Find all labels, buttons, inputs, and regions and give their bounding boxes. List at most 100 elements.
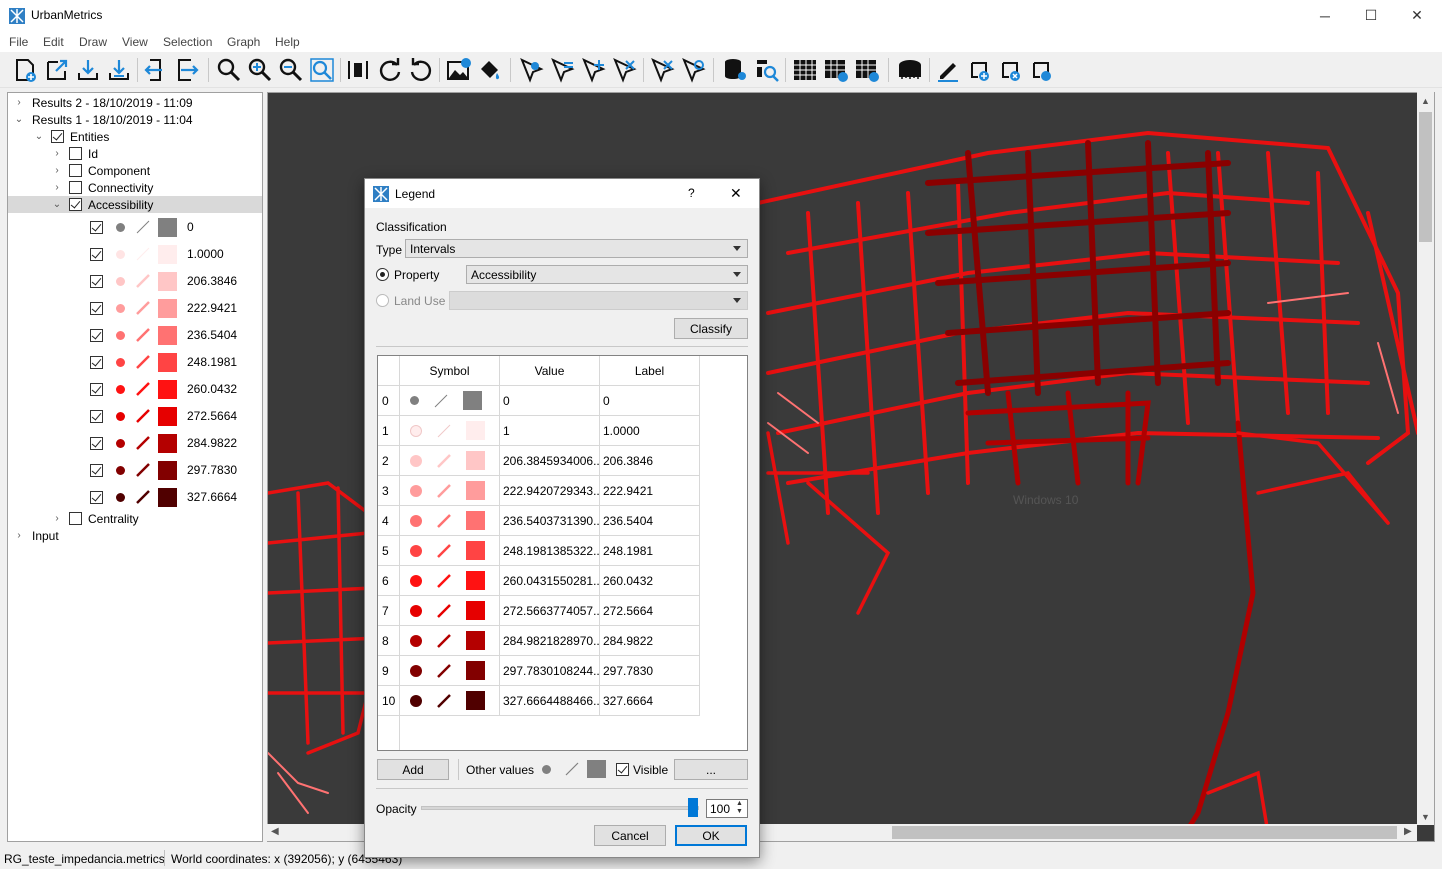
menu-graph[interactable]: Graph [227,35,260,49]
label-cell[interactable]: 327.6664 [600,686,700,716]
remove-node-icon[interactable] [997,57,1023,83]
legend-item-checkbox[interactable] [90,247,103,261]
redo-icon[interactable] [377,57,403,83]
zoom-icon[interactable] [216,57,242,83]
tree-legend-item[interactable]: 0 [90,217,194,237]
value-cell[interactable]: 222.9420729343... [500,476,600,506]
property-select[interactable]: Accessibility [466,265,748,284]
chevron-right-icon[interactable]: › [14,97,24,108]
vertical-scroll-thumb[interactable] [1419,112,1432,242]
zoom-in-icon[interactable] [247,57,273,83]
row-header[interactable]: 6 [378,566,400,596]
new-file-icon[interactable] [12,57,38,83]
label-cell[interactable]: 248.1981 [600,536,700,566]
value-cell[interactable]: 297.7830108244... [500,656,600,686]
tree-item-component[interactable]: › Component [52,162,150,179]
tree-legend-item[interactable]: 260.0432 [90,379,237,399]
legend-item-checkbox[interactable] [90,409,103,423]
legend-item-checkbox[interactable] [90,274,103,288]
opacity-slider-handle[interactable] [688,798,698,817]
tree-item-accessibility[interactable]: ⌄ Accessibility [8,196,262,213]
menu-draw[interactable]: Draw [79,35,107,49]
legend-item-checkbox[interactable] [90,490,103,504]
scroll-up-icon[interactable]: ▲ [1421,96,1430,106]
ok-button[interactable]: OK [675,825,747,846]
more-options-button[interactable]: ... [674,759,748,780]
menu-selection[interactable]: Selection [163,35,212,49]
label-cell[interactable]: 297.7830 [600,656,700,686]
table-row[interactable]: 9 297.7830108244... 297.7830 [378,656,700,686]
other-values-point-icon[interactable] [542,765,551,774]
select-remove-icon[interactable] [611,57,637,83]
legend-item-checkbox[interactable] [90,301,103,315]
table-row[interactable]: 4 236.5403731390... 236.5404 [378,506,700,536]
symbol-cell[interactable] [400,536,500,566]
legend-item-checkbox[interactable] [90,328,103,342]
pan-icon[interactable] [345,57,371,83]
entities-checkbox[interactable] [51,130,64,143]
tree-item-id[interactable]: › Id [52,145,98,162]
value-cell[interactable]: 284.9821828970... [500,626,600,656]
classify-button[interactable]: Classify [674,318,748,339]
tree-item-results2[interactable]: › Results 2 - 18/10/2019 - 11:09 [14,94,192,111]
symbol-cell[interactable] [400,566,500,596]
symbol-cell[interactable] [400,686,500,716]
row-header[interactable]: 5 [378,536,400,566]
property-radio[interactable] [376,268,389,281]
label-cell[interactable]: 284.9822 [600,626,700,656]
label-cell[interactable]: 260.0432 [600,566,700,596]
table-row[interactable]: 7 272.5663774057... 272.5664 [378,596,700,626]
dialog-close-button[interactable]: ✕ [730,185,742,202]
table-row[interactable]: 1 1 1.0000 [378,416,700,446]
label-cell[interactable]: 222.9421 [600,476,700,506]
spin-arrows-icon[interactable]: ▲ ▼ [736,800,743,816]
undo-icon[interactable] [408,57,434,83]
chevron-right-icon[interactable]: › [52,165,62,176]
row-header[interactable]: 4 [378,506,400,536]
value-cell[interactable]: 272.5663774057... [500,596,600,626]
symbol-cell[interactable] [400,506,500,536]
label-cell[interactable]: 272.5664 [600,596,700,626]
zoom-extent-icon[interactable] [309,57,335,83]
row-header[interactable]: 2 [378,446,400,476]
tree-legend-item[interactable]: 272.5664 [90,406,237,426]
chevron-right-icon[interactable]: › [52,182,62,193]
label-cell[interactable]: 0 [600,386,700,416]
select-add-icon[interactable] [580,57,606,83]
chevron-down-icon[interactable]: ⌄ [34,131,44,142]
save-as-icon[interactable] [106,57,132,83]
tree-item-entities[interactable]: ⌄ Entities [34,128,110,145]
symbol-cell[interactable] [400,386,500,416]
tree-legend-item[interactable]: 222.9421 [90,298,237,318]
label-cell[interactable]: 206.3846 [600,446,700,476]
row-header[interactable]: 1 [378,416,400,446]
query-icon[interactable] [754,57,780,83]
legend-item-checkbox[interactable] [90,220,103,234]
value-cell[interactable]: 248.1981385322... [500,536,600,566]
close-window-button[interactable]: ✕ [1394,0,1440,31]
menu-edit[interactable]: Edit [43,35,64,49]
legend-item-checkbox[interactable] [90,463,103,477]
tree-legend-item[interactable]: 284.9822 [90,433,237,453]
table-row[interactable]: 8 284.9821828970... 284.9822 [378,626,700,656]
tree-item-input[interactable]: › Input [14,527,58,544]
zoom-out-icon[interactable] [278,57,304,83]
label-cell[interactable]: 1.0000 [600,416,700,446]
symbol-cell[interactable] [400,476,500,506]
horizontal-scroll-thumb[interactable] [892,826,1397,839]
row-header[interactable]: 7 [378,596,400,626]
select-view-icon[interactable] [680,57,706,83]
land-use-radio[interactable] [376,294,389,307]
centrality-checkbox[interactable] [69,512,82,525]
chevron-down-icon[interactable]: ⌄ [52,199,62,210]
id-checkbox[interactable] [69,147,82,160]
accessibility-checkbox[interactable] [69,198,82,211]
legend-item-checkbox[interactable] [90,436,103,450]
tree-item-centrality[interactable]: › Centrality [52,510,138,527]
row-header[interactable]: 10 [378,686,400,716]
menu-help[interactable]: Help [275,35,300,49]
row-header[interactable]: 3 [378,476,400,506]
import-icon[interactable] [142,57,168,83]
visible-checkbox[interactable] [616,763,629,776]
tree-legend-item[interactable]: 297.7830 [90,460,237,480]
